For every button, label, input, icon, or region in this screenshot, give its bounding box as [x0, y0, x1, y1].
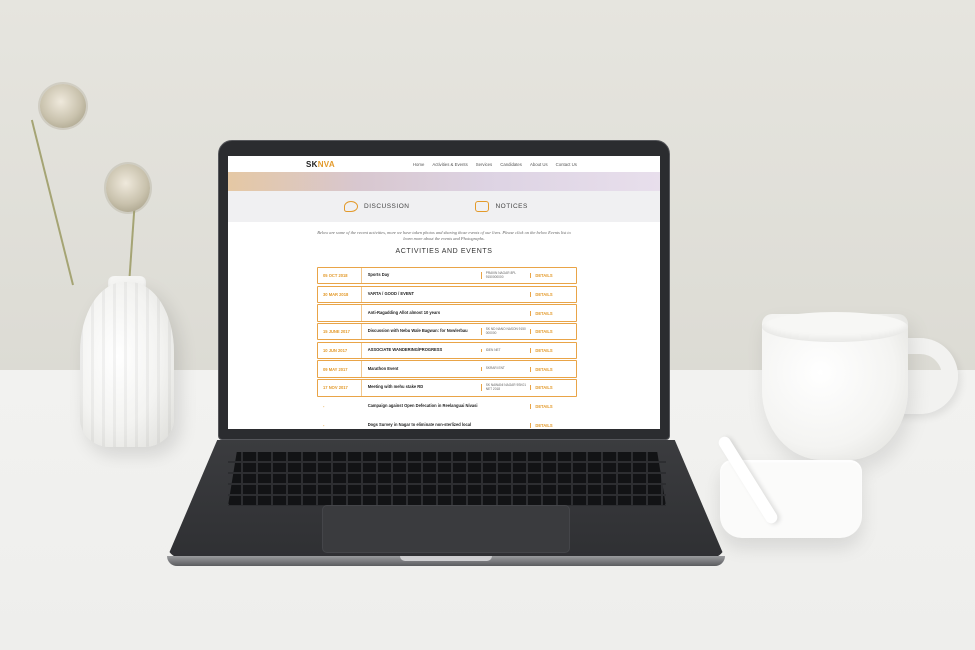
event-row[interactable]: 17 NOV 2017 Meeting with mehu stake RD S…: [317, 379, 577, 397]
event-date: 30 MAR 2018: [318, 286, 362, 303]
event-row[interactable]: 05 OCT 2018 Sports Day PRAVIN NAGAR 8PL …: [317, 267, 577, 285]
event-contact: PRAVIN NAGAR 8PL 9150000000: [480, 271, 531, 280]
event-row[interactable]: 15 JUNE 2017 Discussion with Nebu Wale B…: [317, 323, 577, 341]
event-date: [318, 305, 362, 321]
event-row[interactable]: - Dogs Survey in Nagar to eliminate non-…: [317, 417, 577, 430]
event-title: Sports Day: [367, 272, 390, 278]
event-title: ASSOCIATE WANDERING/PROGRESS: [367, 347, 443, 353]
dried-flower-head: [40, 84, 86, 128]
event-title: Marathon Event: [367, 365, 399, 371]
nav-item-activities[interactable]: Activities & Events: [432, 162, 467, 167]
site-logo[interactable]: SKNVA: [306, 160, 335, 169]
event-title: Meeting with mehu stake RD: [367, 384, 424, 390]
details-link[interactable]: DETAILS: [530, 310, 576, 316]
nav-menu: Home Activities & Events Services Candid…: [413, 162, 577, 167]
logo-main: SK: [306, 159, 318, 169]
notice-board-icon: [475, 201, 490, 212]
site-navbar: SKNVA Home Activities & Events Services …: [228, 156, 660, 172]
tab-notices-label: NOTICES: [495, 203, 528, 210]
mug-rim: [762, 312, 908, 342]
details-link[interactable]: DETAILS: [530, 404, 576, 409]
event-title: Campaign against Open Defecation in Reel…: [367, 403, 478, 409]
details-link[interactable]: DETAILS: [530, 422, 576, 428]
event-title: Dogs Survey in Nagar to eliminate non-st…: [367, 421, 472, 427]
details-link[interactable]: DETAILS: [530, 291, 576, 297]
event-date: 17 NOV 2017: [318, 380, 362, 396]
section-title: ACTIVITIES AND EVENTS: [395, 248, 493, 255]
event-contact: SKRARI ENT: [480, 367, 531, 371]
event-contact: SK NAWANI NAGAR 9SK01 NET 2018: [480, 383, 531, 392]
event-contact: IDEN NET: [480, 348, 531, 353]
event-row[interactable]: Anti-Ragadding Allot almost 10 years DET…: [317, 304, 577, 322]
nav-item-services[interactable]: Services: [476, 162, 492, 167]
nav-item-candidates[interactable]: Candidates: [500, 162, 522, 167]
details-link[interactable]: DETAILS: [530, 347, 576, 353]
laptop-screen: SKNVA Home Activities & Events Services …: [228, 156, 660, 429]
event-date: 15 JUNE 2017: [318, 324, 362, 340]
event-date: -: [323, 404, 325, 409]
details-link[interactable]: DETAILS: [530, 273, 576, 279]
nav-item-about[interactable]: About Us: [530, 162, 548, 167]
event-title: Anti-Ragadding Allot almost 10 years: [367, 309, 441, 315]
event-row[interactable]: 30 MAR 2018 VARTA / GOOD / EVENT DETAILS: [317, 285, 577, 304]
event-date: 10 JUN 2017: [318, 342, 362, 359]
nav-item-home[interactable]: Home: [413, 162, 424, 167]
details-link[interactable]: DETAILS: [530, 385, 576, 391]
event-row[interactable]: - Campaign against Open Defecation in Re…: [317, 398, 577, 415]
tab-discussion[interactable]: DISCUSSION: [344, 201, 409, 212]
details-link[interactable]: DETAILS: [530, 329, 576, 335]
tab-discussion-label: DISCUSSION: [364, 203, 410, 210]
section-tabs: DISCUSSION NOTICES: [228, 191, 660, 222]
logo-accent: NVA: [317, 159, 335, 169]
nav-item-contact[interactable]: Contact Us: [556, 162, 577, 167]
ribbed-vase: [80, 282, 174, 447]
event-date: 09 MAY 2017: [318, 361, 362, 377]
event-contact: SK ND NANO NASON 9150 000000: [480, 327, 531, 336]
hero-banner: [228, 172, 660, 191]
keyboard-rows: [228, 452, 666, 506]
events-table: 05 OCT 2018 Sports Day PRAVIN NAGAR 8PL …: [317, 267, 577, 429]
event-row[interactable]: 10 JUN 2017 ASSOCIATE WANDERING/PROGRESS…: [317, 341, 577, 360]
trackpad: [322, 505, 570, 553]
intro-text: Below are some of the recent activities,…: [317, 230, 571, 241]
details-link[interactable]: DETAILS: [530, 366, 576, 372]
event-title: Discussion with Nebu Wale Bagwan: for No…: [367, 328, 468, 334]
event-date: -: [323, 422, 325, 428]
dried-flower-head: [106, 164, 150, 212]
tab-notices[interactable]: NOTICES: [475, 201, 527, 212]
speech-bubbles-icon: [344, 201, 358, 212]
event-title: VARTA / GOOD / EVENT: [367, 290, 415, 296]
laptop-notch: [400, 556, 492, 561]
event-date: 05 OCT 2018: [318, 268, 362, 284]
event-row[interactable]: 09 MAY 2017 Marathon Event SKRARI ENT DE…: [317, 360, 577, 378]
